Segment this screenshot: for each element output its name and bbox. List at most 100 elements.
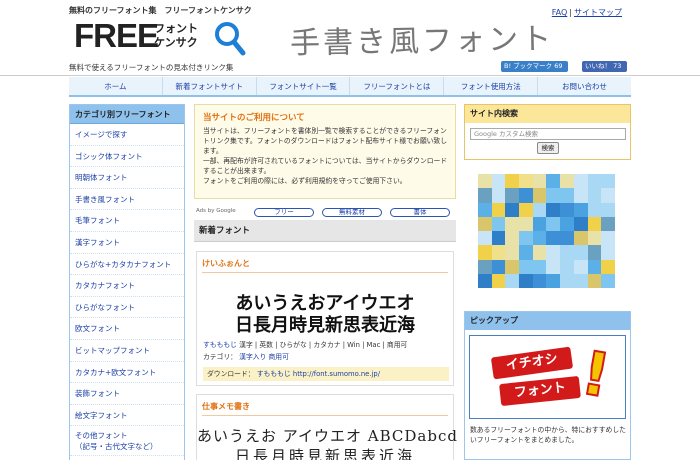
sidebar-item-gothic[interactable]: ゴシック体フォント: [70, 146, 184, 168]
sidebar-item-kanji[interactable]: 漢字フォント: [70, 232, 184, 254]
category-link-commercial[interactable]: 商用可: [269, 353, 289, 361]
ad-mosaic-cell: [601, 188, 615, 203]
facebook-like-button[interactable]: いいね！ 73: [582, 61, 627, 72]
ad-mosaic-cell: [601, 202, 615, 217]
ad-mosaic-cell: [478, 174, 492, 189]
font-sample-line: 日長月時見新思表近海: [235, 315, 415, 336]
nav-contact[interactable]: お問い合わせ: [538, 77, 631, 95]
ad-mosaic-cell: [491, 273, 506, 288]
ad-mosaic-cell: [587, 259, 602, 274]
font-card-title[interactable]: けいふぉんと: [202, 258, 250, 269]
ad-mosaic-cell: [532, 259, 547, 274]
ad-mosaic-cell: [532, 188, 547, 203]
sidebar-item-bitmap[interactable]: ビットマップフォント: [70, 340, 184, 362]
sidebar-item-hiragana[interactable]: ひらがなフォント: [70, 297, 184, 319]
ad-mosaic-cell: [478, 245, 492, 260]
sidebar-title: カテゴリ別フリーフォント: [70, 105, 184, 124]
ad-banner-image[interactable]: [478, 174, 615, 288]
sidebar-item-emoji[interactable]: 絵文字フォント: [70, 405, 184, 427]
download-bar: ダウンロード： すもももじ http://font.sumomo.ne.jp/: [203, 367, 449, 381]
recommended-fonts-banner[interactable]: イチオシ フォント !: [469, 335, 626, 419]
ad-mosaic-cell: [560, 216, 574, 231]
sidebar-item-hiragana-katakana[interactable]: ひらがな+カタカナフォント: [70, 254, 184, 276]
sidebar-item-other-line1: その他フォント: [75, 431, 128, 441]
ad-mosaic-cell: [573, 216, 588, 231]
download-site-link[interactable]: すもももじ: [257, 370, 291, 378]
sidebar-item-handwriting[interactable]: 手書き風フォント: [70, 189, 184, 211]
ad-mosaic-cell: [505, 216, 520, 231]
ad-mosaic-cell: [601, 216, 615, 231]
hatena-bookmark-button[interactable]: B! ブックマーク 69: [501, 61, 568, 72]
site-logo[interactable]: FREE フォント ケンサク: [74, 17, 246, 58]
sitemap-link[interactable]: サイトマップ: [574, 8, 622, 17]
logo-font-text: フォント: [154, 22, 198, 35]
nav-how-to-use[interactable]: フォント使用方法: [444, 77, 539, 95]
ad-mosaic-cell: [478, 259, 492, 274]
ad-mosaic-cell: [519, 259, 533, 274]
ad-mosaic-cell: [532, 174, 547, 189]
ad-mosaic-cell: [560, 188, 574, 203]
main-content: 当サイトのご利用について 当サイトは、フリーフォントを書体別一覧で検索することが…: [194, 104, 457, 460]
sidebar-item-brush[interactable]: 毛筆フォント: [70, 210, 184, 232]
ad-mosaic-cell: [587, 231, 602, 246]
banner-text-ichioshi: イチオシ: [490, 346, 574, 380]
sidebar-item-latin[interactable]: 欧文フォント: [70, 318, 184, 340]
sidebar-item-katakana-latin[interactable]: カタカナ+欧文フォント: [70, 362, 184, 384]
font-card: 仕事メモ書き あいうえお アイウエオ ABCDabcd 日長月時見新思表近海: [196, 394, 457, 460]
pickup-box: ピックアップ イチオシ フォント ! 数あるフリーフォントの中から、特におすすめ…: [464, 311, 631, 460]
ad-mosaic-cell: [573, 245, 588, 260]
ad-mosaic-cell: [601, 231, 615, 246]
sidebar-item-other[interactable]: その他フォント （記号・古代文字など）: [70, 426, 184, 457]
ad-mosaic-cell: [519, 188, 533, 203]
logo-free-text: FREE: [74, 17, 159, 54]
nav-home[interactable]: ホーム: [69, 77, 163, 95]
ad-mosaic-cell: [532, 273, 547, 288]
notice-body: 当サイトは、フリーフォントを書体別一覧で検索することができるフリーフォントリンク…: [203, 126, 453, 186]
ad-pill-typeface[interactable]: 書体: [390, 208, 450, 217]
exclamation-icon: !: [575, 337, 616, 413]
category-link-kanji[interactable]: 漢字入り: [239, 353, 266, 361]
ad-mosaic-cell: [505, 188, 520, 203]
banner-text-font: フォント: [499, 375, 581, 407]
search-input[interactable]: Google カスタム検索: [470, 128, 626, 140]
ad-pill-free-materials[interactable]: 無料素材: [322, 208, 382, 217]
download-label: ダウンロード：: [207, 370, 255, 378]
ad-mosaic-cell: [505, 174, 520, 189]
main-nav: ホーム 新着フォントサイト フォントサイト一覧 フリーフォントとは フォント使用…: [69, 77, 631, 97]
notice-title: 当サイトのご利用について: [203, 113, 305, 123]
search-button[interactable]: 検索: [537, 142, 559, 154]
nav-about-free-fonts[interactable]: フリーフォントとは: [350, 77, 445, 95]
font-card: けいふぉんと あいうえおアイウエオ 日長月時見新思表近海 すもももじ 漢字 | …: [196, 251, 454, 386]
ad-mosaic-cell: [601, 174, 615, 189]
faq-link[interactable]: FAQ: [552, 8, 568, 17]
ad-mosaic-cell: [573, 188, 588, 203]
sidebar-item-decorative[interactable]: 装飾フォント: [70, 383, 184, 405]
sidebar-item-katakana[interactable]: カタカナフォント: [70, 275, 184, 297]
ad-mosaic-cell: [519, 202, 533, 217]
font-sample-line: 日長月時見新思表近海: [234, 447, 415, 460]
ad-mosaic-cell: [560, 245, 574, 260]
ad-mosaic-cell: [478, 216, 492, 231]
ad-mosaic-cell: [491, 216, 506, 231]
ad-mosaic-cell: [587, 216, 602, 231]
download-url-link[interactable]: http://font.sumomo.ne.jp/: [293, 370, 380, 378]
sidebar-item-mincho[interactable]: 明朝体フォント: [70, 167, 184, 189]
ad-mosaic-cell: [560, 174, 574, 189]
category-label: カテゴリ：: [203, 353, 237, 361]
ad-mosaic-cell: [546, 174, 561, 189]
ad-links-bar: Ads by Google フリー 無料素材 書体: [194, 207, 456, 218]
ad-mosaic-cell: [573, 259, 588, 274]
ad-mosaic-cell: [519, 216, 533, 231]
ad-mosaic-cell: [532, 231, 547, 246]
font-card-title[interactable]: 仕事メモ書き: [202, 401, 250, 412]
ad-mosaic-cell: [546, 245, 561, 260]
ad-mosaic-cell: [478, 231, 492, 246]
ad-pill-free[interactable]: フリー: [254, 208, 314, 217]
site-tagline: 無料のフリーフォント集 フリーフォントケンサク: [69, 6, 252, 15]
font-author-link[interactable]: すもももじ: [203, 341, 237, 349]
page-hero-title: 手書き風フォント: [289, 21, 555, 62]
nav-site-list[interactable]: フォントサイト一覧: [257, 77, 351, 95]
nav-new-sites[interactable]: 新着フォントサイト: [163, 77, 257, 95]
sidebar-item-image-search[interactable]: イメージで探す: [70, 124, 184, 146]
new-fonts-heading: 新着フォント: [194, 220, 456, 242]
